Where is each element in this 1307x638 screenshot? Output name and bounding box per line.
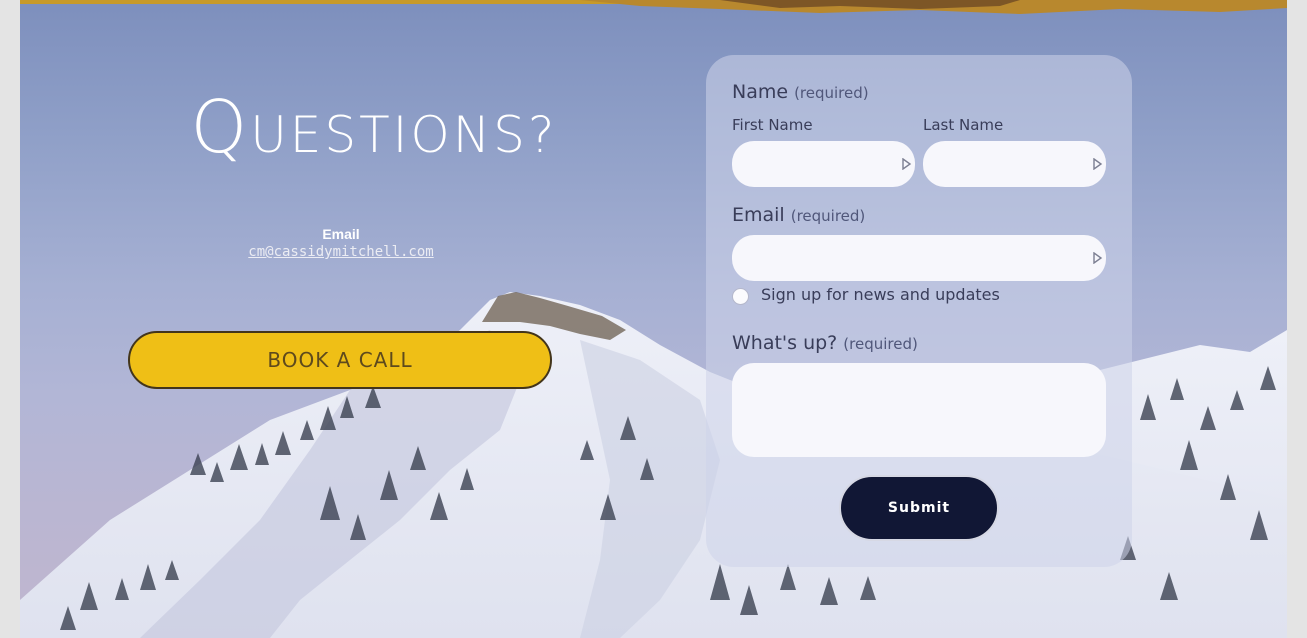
- email-required-hint: (required): [790, 207, 866, 225]
- book-a-call-button[interactable]: BOOK A CALL: [128, 331, 552, 389]
- last-name-label: Last Name: [923, 116, 1004, 134]
- message-label-text: What's up?: [732, 332, 838, 354]
- email-label-text: Email: [732, 204, 785, 226]
- contact-form: Name (required) First Name Last Name Emai…: [706, 55, 1132, 567]
- email-input[interactable]: [732, 235, 1106, 281]
- first-name-label: First Name: [732, 116, 813, 134]
- name-label-text: Name: [732, 81, 789, 103]
- page-title: QUESTIONS?: [84, 84, 664, 170]
- contact-info: Email cm@cassidymitchell.com: [221, 226, 461, 262]
- message-textarea[interactable]: [732, 363, 1106, 457]
- last-name-input[interactable]: [923, 141, 1106, 187]
- autofill-arrow-icon: [1093, 252, 1103, 264]
- submit-button[interactable]: Submit: [839, 475, 999, 541]
- message-field-label: What's up? (required): [732, 332, 918, 354]
- name-field-label: Name (required): [732, 81, 869, 103]
- page-title-initial: Q: [190, 85, 251, 169]
- hero-section: QUESTIONS? Email cm@cassidymitchell.com …: [20, 0, 1287, 638]
- page-title-rest: UESTIONS?: [250, 106, 558, 164]
- email-field-label: Email (required): [732, 204, 865, 226]
- autofill-arrow-icon: [902, 158, 912, 170]
- autofill-arrow-icon: [1093, 158, 1103, 170]
- email-heading: Email: [322, 226, 360, 242]
- newsletter-label: Sign up for news and updates: [761, 285, 1000, 304]
- email-link[interactable]: cm@cassidymitchell.com: [221, 242, 461, 262]
- newsletter-checkbox[interactable]: [732, 288, 749, 305]
- message-required-hint: (required): [843, 335, 918, 353]
- first-name-input[interactable]: [732, 141, 915, 187]
- name-required-hint: (required): [794, 84, 869, 102]
